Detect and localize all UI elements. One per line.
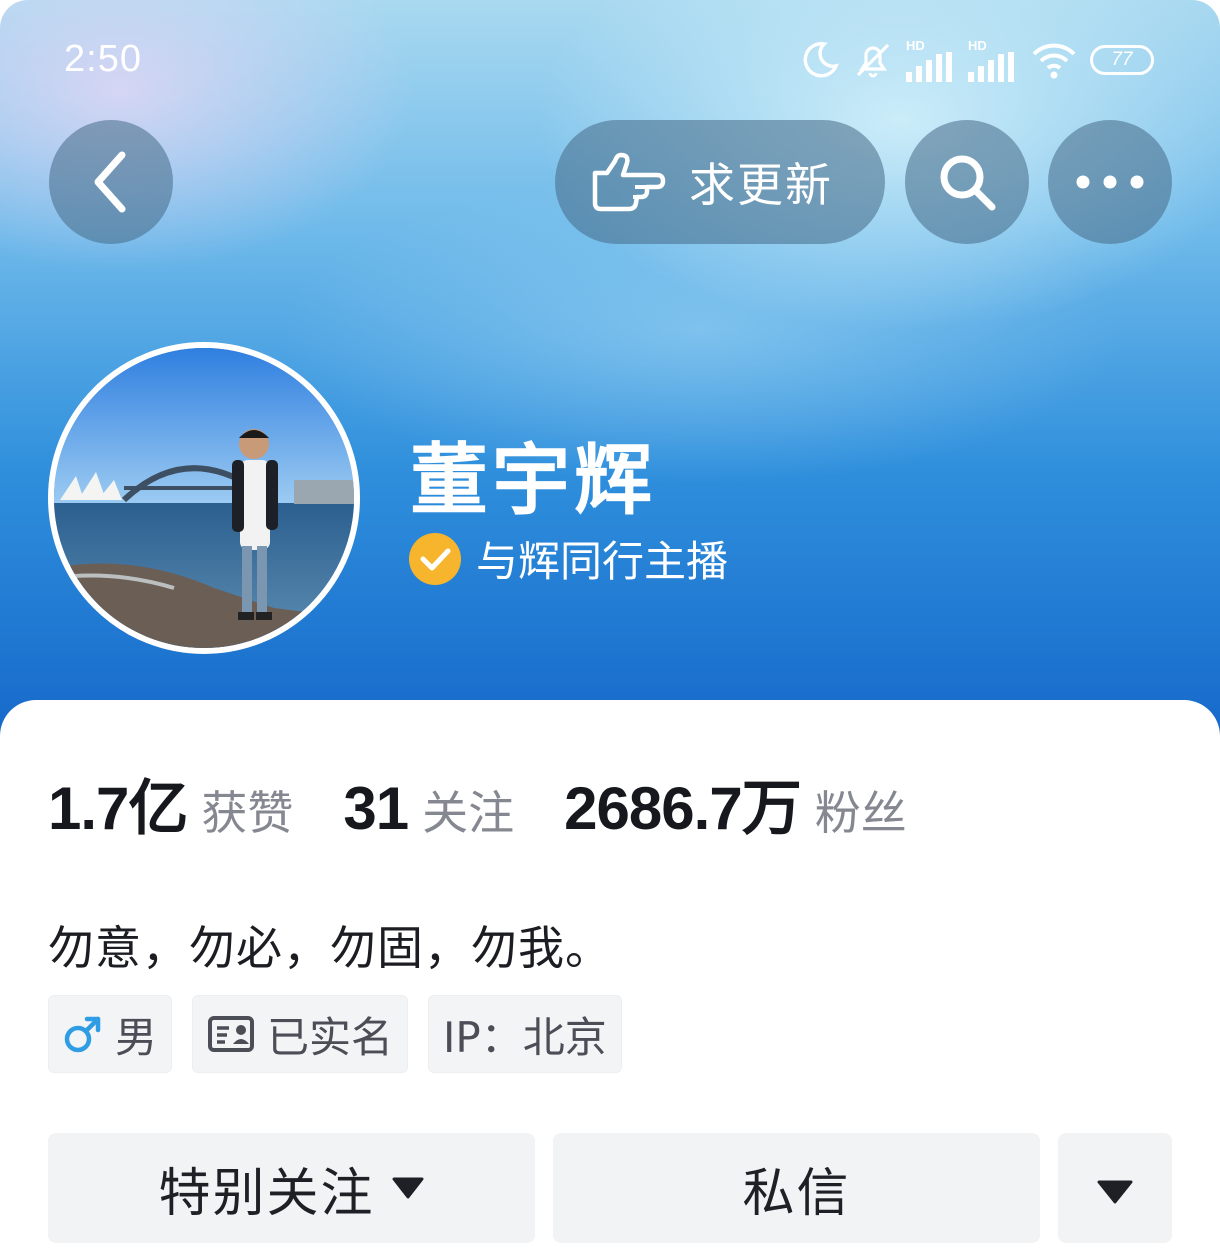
moon-icon xyxy=(803,42,839,78)
signal-bars-icon xyxy=(968,51,1014,82)
stat-followers[interactable]: 2686.7万 粉丝 xyxy=(564,760,907,847)
stat-label: 粉丝 xyxy=(814,786,907,840)
profile-bio: 勿意，勿必，勿固，勿我。 xyxy=(48,921,612,975)
stat-value: 31 xyxy=(343,775,409,842)
chevron-left-icon xyxy=(94,151,126,213)
back-button[interactable] xyxy=(49,120,173,244)
message-button[interactable]: 私信 xyxy=(553,1133,1040,1243)
signal-bars-icon xyxy=(906,51,952,82)
mute-bell-icon xyxy=(856,43,890,78)
request-update-button[interactable]: 求更新 xyxy=(555,120,885,244)
stat-value: 2686.7万 xyxy=(564,775,802,842)
verified-check-icon xyxy=(409,532,461,585)
stat-value: 1.7亿 xyxy=(48,775,188,842)
battery-indicator: 77 xyxy=(1090,45,1154,75)
message-label: 私信 xyxy=(742,1163,851,1224)
action-buttons: 特别关注 私信 xyxy=(48,1133,1172,1243)
signal-1: HD xyxy=(906,39,956,82)
search-button[interactable] xyxy=(905,120,1029,244)
male-icon xyxy=(64,1016,101,1053)
verified-badge: 与辉同行主播 xyxy=(408,528,728,589)
profile-name: 董宇辉 xyxy=(410,436,657,526)
avatar-photo xyxy=(54,348,354,648)
pointing-hand-icon xyxy=(592,152,666,212)
verified-label: 与辉同行主播 xyxy=(476,537,729,586)
special-follow-button[interactable]: 特别关注 xyxy=(48,1133,535,1243)
profile-tags: 男 已实名 IP：北京 xyxy=(48,995,622,1073)
status-bar: 2:50 HD HD 77 xyxy=(0,0,1220,120)
ip-location-tag: IP：北京 xyxy=(428,995,622,1073)
caret-down-icon xyxy=(1097,1180,1133,1204)
request-update-label: 求更新 xyxy=(689,158,833,212)
realname-tag: 已实名 xyxy=(192,995,409,1073)
ip-location-label: IP：北京 xyxy=(443,1012,607,1062)
id-card-icon xyxy=(208,1016,255,1052)
stat-label: 关注 xyxy=(422,786,515,840)
gender-label: 男 xyxy=(115,1012,158,1062)
stat-label: 获赞 xyxy=(201,786,294,840)
stats-row: 1.7亿 获赞 31 关注 2686.7万 粉丝 xyxy=(48,760,957,847)
status-icons: HD HD 77 xyxy=(800,36,1154,84)
gender-tag: 男 xyxy=(48,995,173,1073)
more-dots-icon xyxy=(1076,175,1144,189)
stat-likes[interactable]: 1.7亿 获赞 xyxy=(48,760,293,847)
more-options-button[interactable] xyxy=(1048,120,1172,244)
search-icon xyxy=(940,155,996,211)
wifi-icon xyxy=(1032,43,1076,79)
signal-2: HD xyxy=(968,39,1018,82)
stat-following[interactable]: 31 关注 xyxy=(343,774,514,843)
avatar[interactable] xyxy=(48,342,360,654)
caret-down-icon xyxy=(392,1177,423,1199)
realname-label: 已实名 xyxy=(267,1012,394,1062)
recommend-dropdown-button[interactable] xyxy=(1058,1133,1172,1243)
status-time: 2:50 xyxy=(64,38,142,80)
special-follow-label: 特别关注 xyxy=(158,1163,375,1224)
